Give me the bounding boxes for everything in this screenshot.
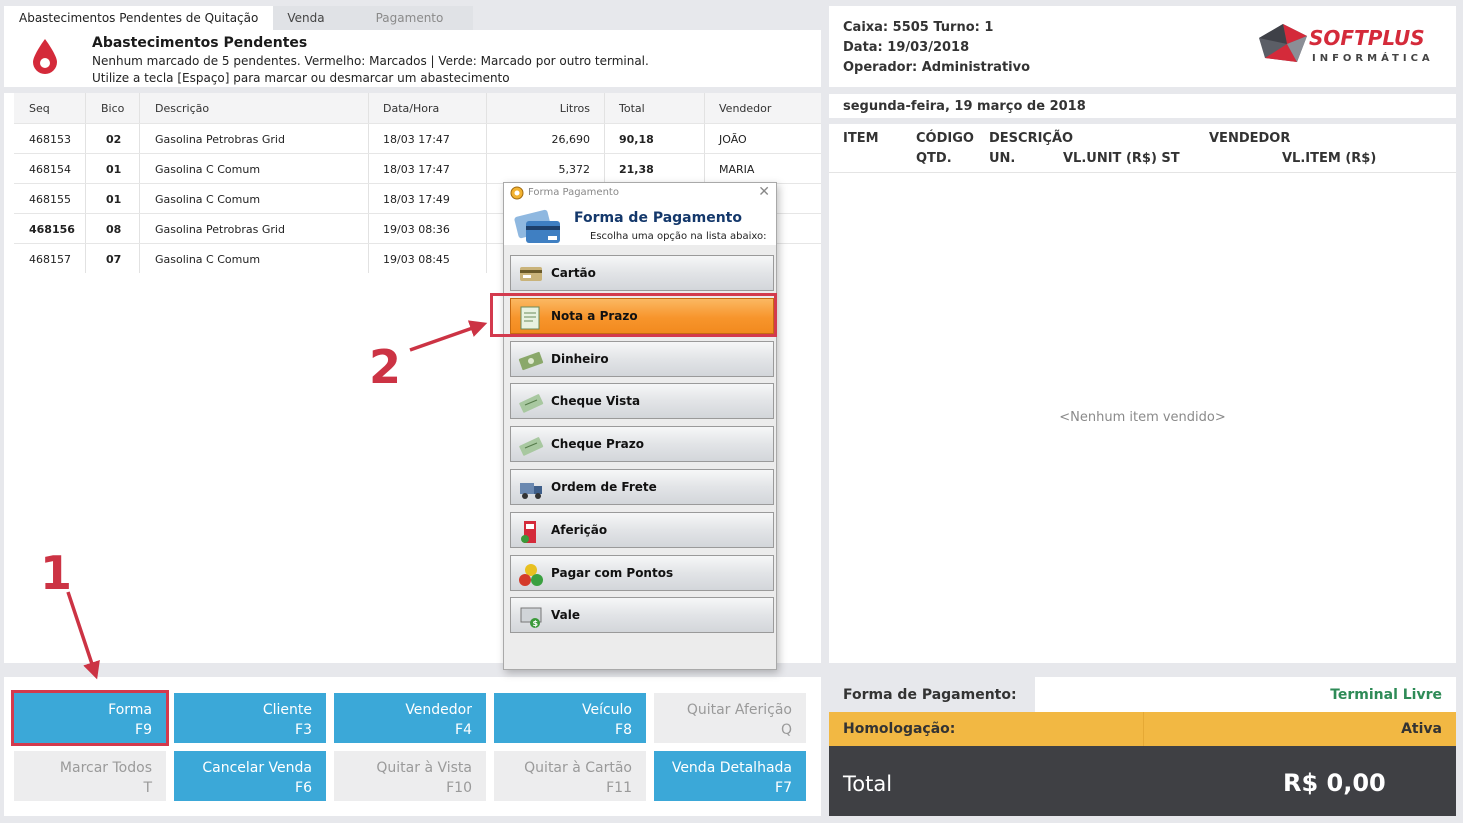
arrow-to-nota-a-prazo [409, 320, 488, 352]
annotation-arrows [66, 320, 488, 680]
arrow-to-forma-button [66, 591, 100, 680]
